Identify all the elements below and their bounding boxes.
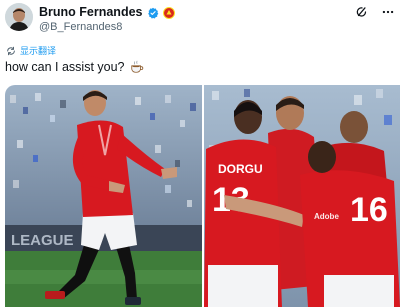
- ad-board-text: LEAGUE: [11, 232, 74, 249]
- club-crest-icon: [162, 6, 175, 19]
- avatar[interactable]: [5, 3, 33, 31]
- verified-badge-icon: [147, 6, 159, 18]
- author-names: Bruno Fernandes @B_Fernandes8: [39, 4, 175, 33]
- display-name[interactable]: Bruno Fernandes: [39, 5, 143, 19]
- grok-icon[interactable]: [355, 5, 369, 19]
- tweet-header: Bruno Fernandes @B_Fernandes8: [5, 3, 397, 35]
- sponsor-text: Adobe: [314, 212, 339, 221]
- show-translation-label: 显示翻译: [20, 46, 57, 56]
- more-dots-icon[interactable]: [381, 5, 395, 19]
- tweet-media[interactable]: LEAGUE DORGU 16 Adobe: [5, 85, 400, 307]
- media-photo-celebration[interactable]: LEAGUE: [5, 85, 202, 307]
- coffee-emoji-icon: [130, 60, 144, 74]
- tweet-card: Bruno Fernandes @B_Fernandes8 显示翻译 how c…: [0, 0, 400, 307]
- tweet-text-content: how can I assist you?: [5, 60, 125, 74]
- shirt-number-right: 16: [350, 191, 388, 229]
- header-actions: [355, 5, 395, 19]
- shirt-name: DORGU: [218, 162, 263, 176]
- author-handle[interactable]: @B_Fernandes8: [39, 21, 175, 33]
- show-translation-link[interactable]: 显示翻译: [6, 44, 56, 57]
- translate-icon: [6, 46, 16, 56]
- tweet-text: how can I assist you?: [5, 60, 144, 74]
- media-photo-team-celebration[interactable]: DORGU 13 16 Adobe: [204, 85, 400, 307]
